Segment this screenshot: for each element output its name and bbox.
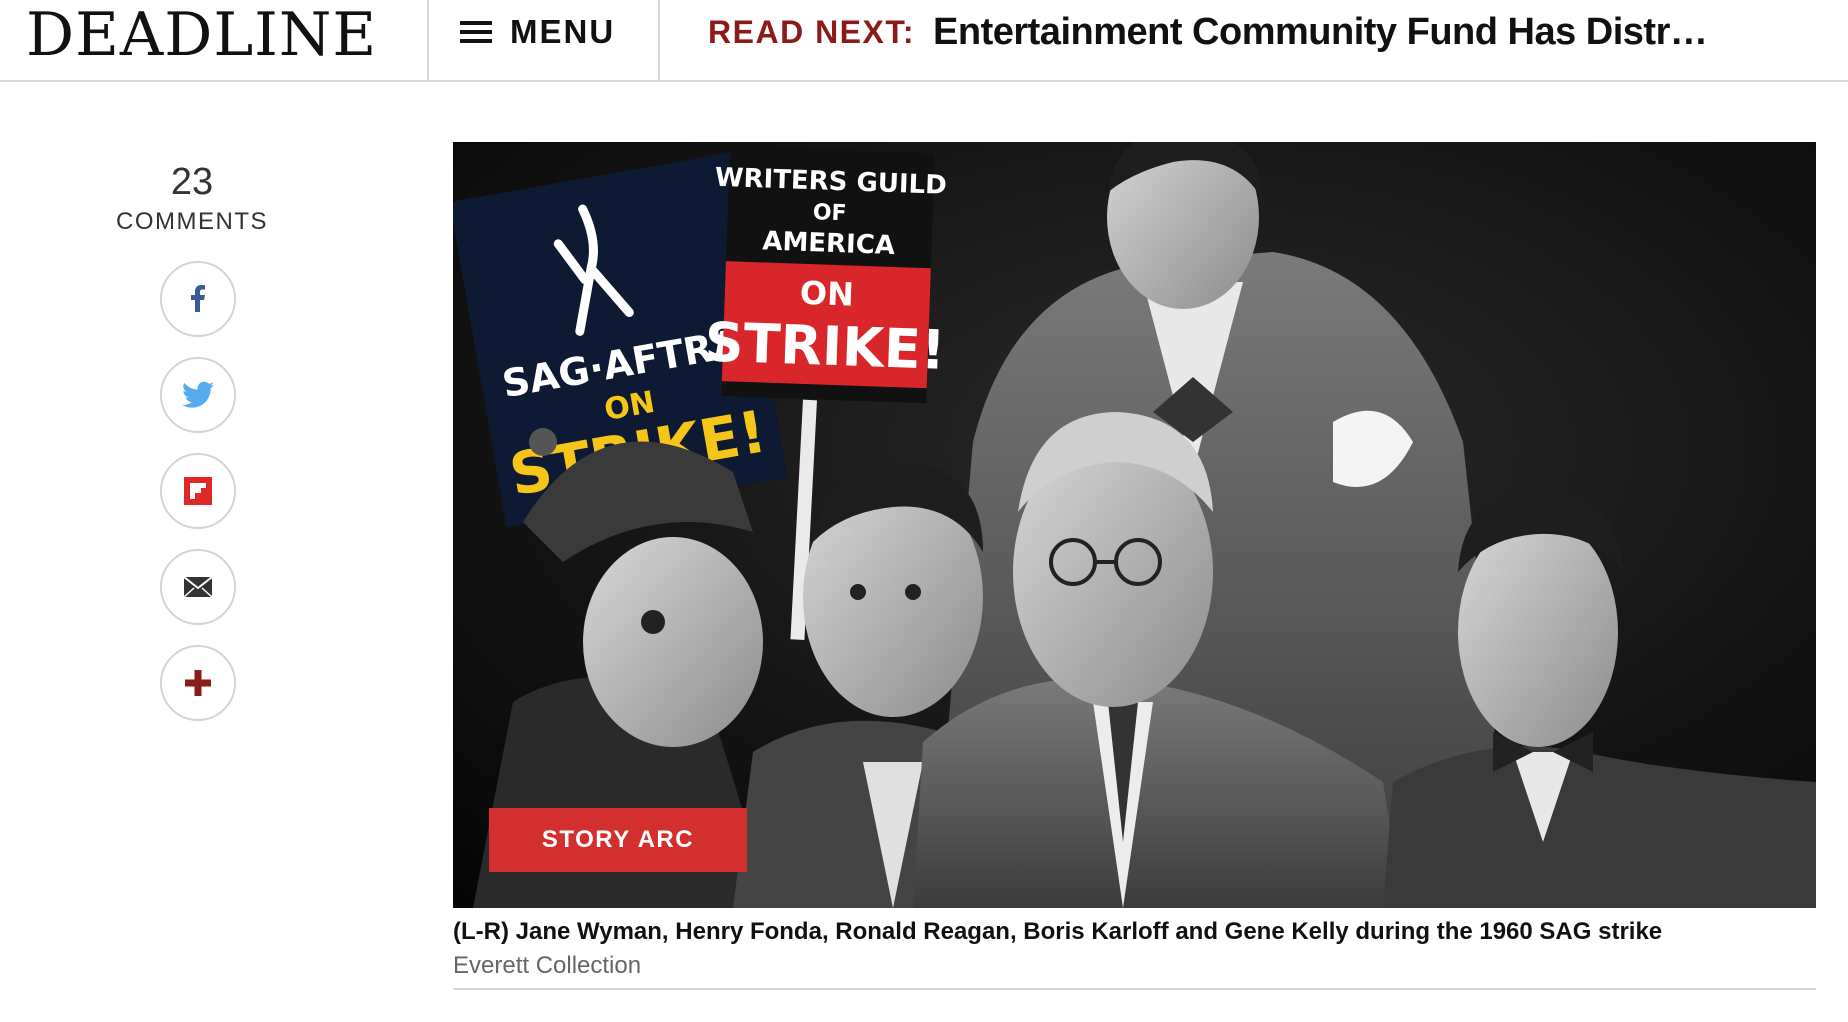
read-next-link[interactable]: Entertainment Community Fund Has Distr… [933,11,1708,54]
site-logo[interactable]: DEADLINE [26,2,377,80]
image-caption: (L-R) Jane Wyman, Henry Fonda, Ronald Re… [453,918,1663,945]
hamburger-icon [460,21,492,43]
more-share-button[interactable] [160,645,236,721]
header-divider [427,0,429,82]
twitter-icon [182,381,214,408]
menu-label: MENU [510,13,616,50]
site-header: DEADLINE MENU READ NEXT: Entertainment C… [0,0,1848,82]
wga-sign: WRITERS GUILD OF AMERICA ON STRIKE! [704,146,947,404]
flipboard-icon [184,477,212,505]
read-next: READ NEXT: Entertainment Community Fund … [708,10,1708,54]
header-divider [658,0,660,82]
image-credit: Everett Collection [453,952,642,979]
read-next-label: READ NEXT: [708,13,916,50]
comment-count[interactable]: 23 [100,160,284,204]
facebook-share-button[interactable] [160,261,236,337]
email-share-button[interactable] [160,549,236,625]
svg-text:OF: OF [812,200,847,226]
plus-icon [185,670,211,696]
flipboard-share-button[interactable] [160,453,236,529]
email-icon [183,576,213,598]
strike-photo: SAG·AFTRA ON STRIKE! WRITERS GUILD OF AM… [453,142,1816,908]
svg-text:AMERICA: AMERICA [762,226,896,261]
comment-label[interactable]: COMMENTS [100,208,284,236]
social-rail: 23 COMMENTS [100,160,284,721]
story-arc-badge[interactable]: STORY ARC [489,808,747,872]
caption-divider [453,988,1816,990]
hero-image[interactable]: SAG·AFTRA ON STRIKE! WRITERS GUILD OF AM… [453,142,1816,908]
twitter-share-button[interactable] [160,357,236,433]
facebook-icon [191,285,205,312]
svg-text:STRIKE!: STRIKE! [704,310,947,381]
svg-text:ON: ON [799,274,854,314]
menu-button[interactable]: MENU [460,12,615,52]
